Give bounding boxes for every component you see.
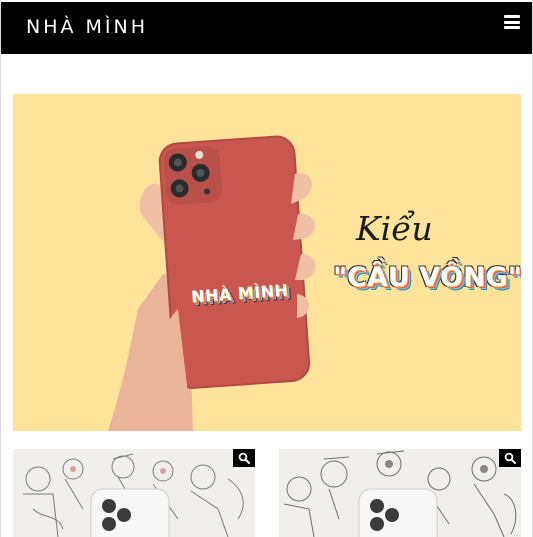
product-image	[283, 450, 517, 537]
product-card[interactable]	[13, 449, 255, 537]
product-card[interactable]	[279, 449, 521, 537]
zoom-button[interactable]	[499, 449, 521, 467]
hero-banner[interactable]: NHÀ MÌNH Kiểu "CẦU VỒNG"	[13, 94, 521, 431]
search-icon	[504, 452, 516, 464]
hero-title: Kiểu	[356, 209, 433, 248]
site-header: NHÀ MÌNH	[1, 2, 532, 54]
search-icon	[238, 452, 250, 464]
product-image	[23, 453, 244, 537]
site-brand[interactable]: NHÀ MÌNH	[26, 16, 148, 38]
hamburger-menu-icon[interactable]	[504, 15, 520, 29]
hero-subtitle: "CẦU VỒNG"	[333, 262, 521, 293]
zoom-button[interactable]	[233, 449, 255, 467]
